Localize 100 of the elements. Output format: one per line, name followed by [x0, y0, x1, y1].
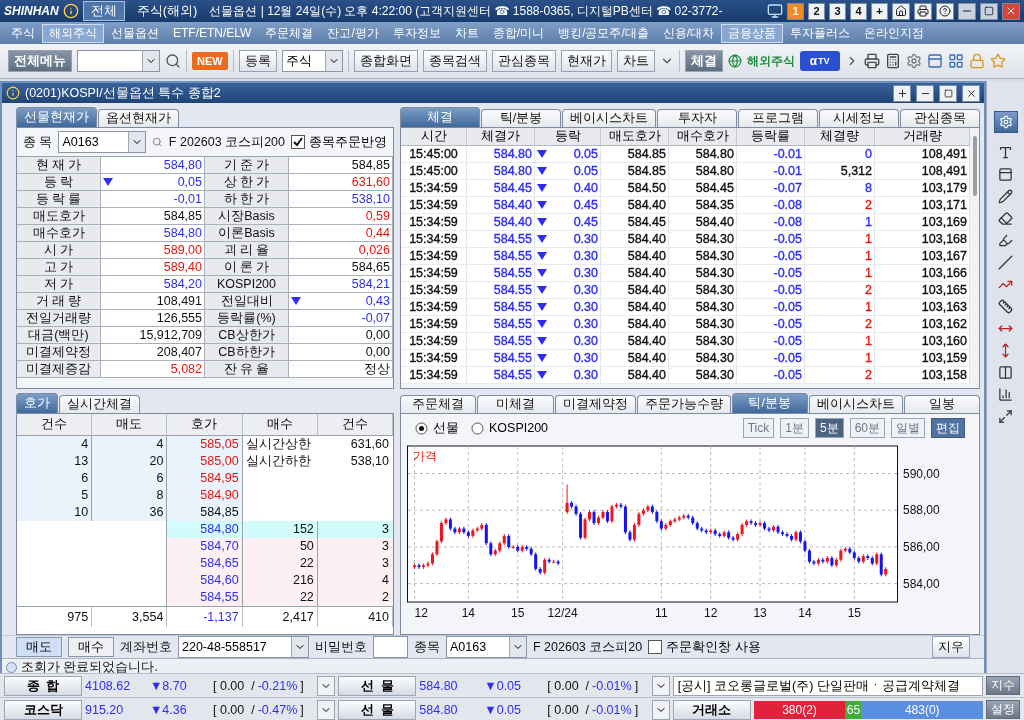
column-header: 등락 [535, 128, 601, 146]
monitor-icon[interactable] [767, 3, 783, 19]
checkbox[interactable]: 종목주문반영 [291, 133, 387, 151]
checkbox[interactable]: 주문확인창 사용 [648, 638, 761, 656]
print-icon[interactable] [863, 53, 880, 69]
table-cell: -0.05 [737, 316, 805, 333]
all-menu-button[interactable]: 전체메뉴 [8, 50, 72, 72]
maximize-button[interactable] [939, 84, 957, 102]
period-button[interactable]: 일별 [891, 418, 925, 438]
shortcut-button[interactable]: 현재가 [560, 50, 612, 72]
side-tab[interactable]: 매수 [68, 637, 114, 657]
screen-button[interactable]: 2 [808, 2, 825, 20]
news-ticker: [공시] 코오롱글로벌(주) 단일판매ㆍ공급계약체결 [672, 675, 983, 696]
radio-button[interactable]: KOSPI200 [471, 421, 549, 435]
tab[interactable]: 체결 [400, 107, 480, 127]
candlestick [610, 504, 614, 524]
tab[interactable]: 호가 [16, 393, 58, 413]
tab[interactable]: 베이시스차트 [808, 395, 903, 413]
screen-button[interactable]: 3 [829, 2, 846, 20]
search-icon[interactable] [165, 53, 181, 69]
code-field[interactable]: A0163 [446, 636, 527, 658]
shortcut-button[interactable]: 종합화면 [353, 50, 418, 72]
axis-label: 14 [798, 606, 812, 620]
tv-logo[interactable]: αTV [799, 51, 840, 71]
account-field[interactable]: 220-48-558517 [178, 636, 309, 658]
layout-icon[interactable] [947, 53, 964, 69]
screen-button[interactable]: 4 [850, 2, 867, 20]
tab[interactable]: 주문체결 [400, 395, 477, 413]
tab[interactable]: 주식(해외) [128, 1, 206, 21]
period-button[interactable]: Tick [742, 418, 775, 438]
edit-button[interactable]: 편집 [931, 418, 965, 438]
tab[interactable]: 투자자 [657, 109, 737, 127]
tab[interactable]: 틱/분봉 [481, 109, 561, 127]
print-button[interactable] [914, 2, 932, 20]
menu-search-field[interactable] [77, 50, 160, 72]
side-tab[interactable]: 매도 [16, 637, 62, 657]
table-cell: 108,491 [101, 293, 205, 310]
table-cell: 584,55 [167, 589, 243, 606]
table-cell: 0.30 [535, 231, 601, 248]
add-button[interactable] [893, 84, 911, 102]
axis-label: 588,00 [903, 503, 940, 518]
table-cell: 20 [92, 453, 168, 470]
table-cell: 108,491 [875, 163, 970, 180]
candlestick [484, 522, 488, 546]
calculator-icon[interactable] [884, 53, 901, 69]
tab[interactable]: 베이시스차트 [562, 109, 656, 127]
search-icon[interactable] [152, 135, 163, 149]
dropdown-button[interactable] [651, 699, 670, 720]
tab[interactable]: 주문가능수량 [636, 395, 731, 413]
row-label: 미결제증감 [17, 361, 101, 378]
home-button[interactable] [892, 2, 910, 20]
candlestick [534, 551, 538, 572]
minimize-button[interactable] [958, 2, 976, 20]
change-rate: -0.01% [592, 702, 632, 717]
shortcut-button[interactable]: 관심종목 [491, 50, 556, 72]
tab[interactable]: 옵션현재가 [98, 109, 179, 127]
period-button[interactable]: 60분 [849, 418, 885, 438]
row-label: 저 가 [17, 276, 101, 293]
table-cell: 4 [317, 572, 393, 589]
settings-button[interactable] [993, 111, 1018, 133]
table-cell: 584.55 [467, 316, 535, 333]
dropdown-button[interactable] [317, 699, 336, 720]
tab[interactable]: 틱/분봉 [731, 393, 808, 413]
window-icon[interactable] [926, 53, 943, 69]
tab[interactable]: 미체결 [477, 395, 554, 413]
help-button[interactable] [936, 2, 954, 20]
shortcut-button[interactable]: 종목검색 [422, 50, 487, 72]
tab[interactable]: 프로그램 [738, 109, 818, 127]
close-button[interactable] [1002, 2, 1020, 20]
tab[interactable]: 선물현재가 [16, 107, 97, 127]
candlestick [749, 518, 753, 526]
tab[interactable]: 일봉 [903, 395, 980, 413]
total-cell: 3,554 [92, 606, 168, 627]
clear-button[interactable]: 지우 [932, 636, 970, 658]
period-button[interactable]: 5분 [814, 418, 844, 438]
tab[interactable]: 시세정보 [819, 109, 899, 127]
code-field[interactable]: A0163 [58, 131, 147, 153]
table-cell: 103,165 [875, 282, 970, 299]
close-button[interactable] [962, 84, 980, 102]
screen-button[interactable]: + [871, 2, 888, 20]
market-select[interactable]: 주식 [281, 50, 343, 72]
dropdown-button[interactable] [651, 675, 670, 696]
trade-button[interactable]: 체결 [684, 50, 723, 72]
register-button[interactable]: 등록 [238, 50, 277, 72]
maximize-button[interactable] [980, 2, 998, 20]
table-cell: 584.35 [669, 197, 737, 214]
password-field[interactable] [373, 636, 408, 658]
column-header: 매도 [92, 414, 168, 436]
star-icon[interactable] [989, 53, 1006, 69]
settings-icon[interactable] [905, 53, 922, 69]
dropdown-button[interactable] [317, 675, 336, 696]
row-label: KOSPI200 [205, 276, 289, 293]
period-button[interactable]: 1분 [780, 418, 809, 438]
radio-button[interactable]: 선물 [415, 419, 459, 437]
tab[interactable]: 관심종목 [900, 109, 980, 127]
tab[interactable]: 전체 [82, 1, 125, 21]
tab[interactable]: 미결제약정 [554, 395, 636, 413]
shortcut-button[interactable]: 차트 [616, 50, 655, 72]
minimize-button[interactable] [916, 84, 934, 102]
tab[interactable]: 실시간체결 [59, 395, 140, 413]
